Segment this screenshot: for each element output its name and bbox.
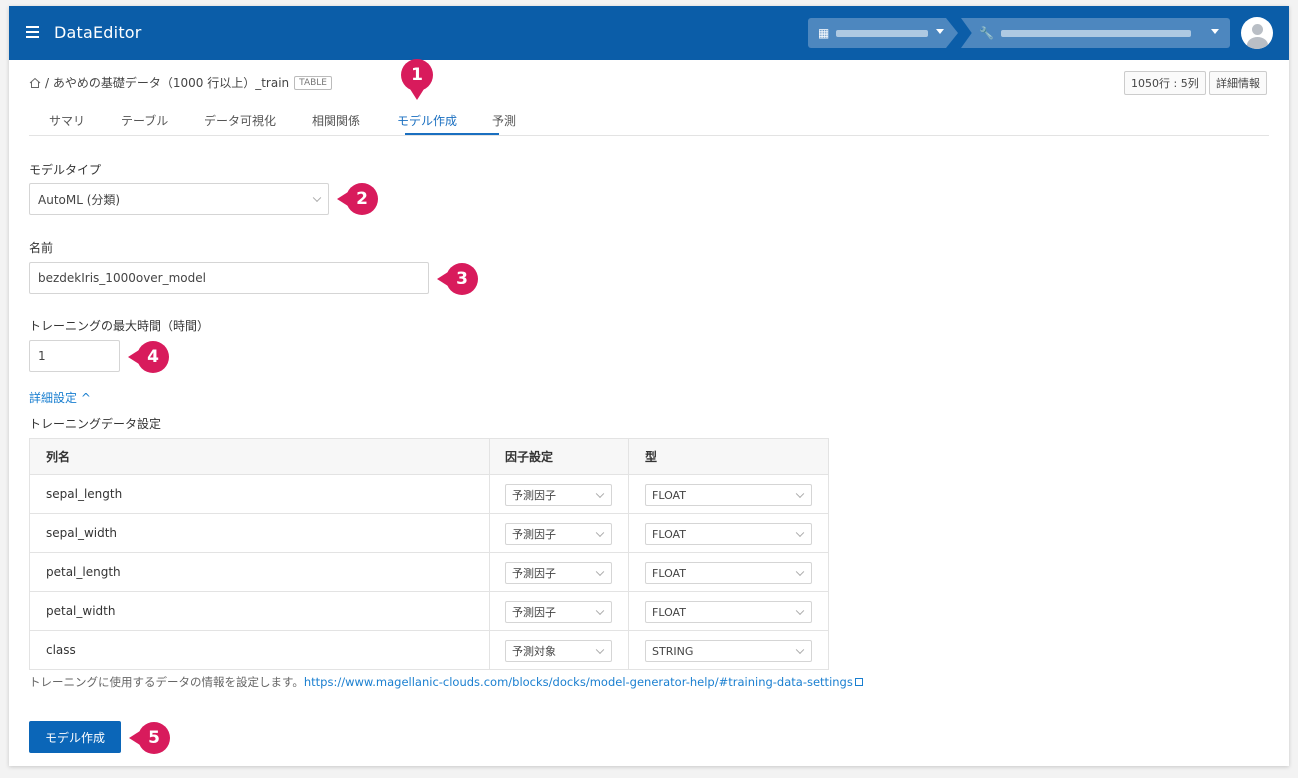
row-column-name: sepal_length: [46, 487, 123, 501]
row-column-name: petal_width: [46, 604, 116, 618]
building-icon: ▦: [818, 26, 830, 40]
caret-down-icon: [936, 29, 944, 34]
model-type-value: AutoML (分類): [38, 192, 121, 207]
project-name-redacted: [1001, 30, 1191, 37]
table-badge: TABLE: [294, 75, 332, 90]
detail-info-button[interactable]: 詳細情報: [1209, 71, 1267, 95]
type-select[interactable]: FLOAT: [645, 523, 812, 545]
factor-value: 予測因子: [512, 489, 556, 502]
type-value: STRING: [652, 644, 694, 658]
help-link[interactable]: https://www.magellanic-clouds.com/blocks…: [304, 675, 853, 689]
factor-select[interactable]: 予測因子: [505, 523, 612, 545]
advanced-settings-toggle[interactable]: 詳細設定 ^: [29, 389, 91, 406]
model-name-value: bezdekIris_1000over_model: [38, 271, 206, 285]
chevron-down-icon: [595, 606, 605, 616]
chevron-down-icon: [795, 567, 805, 577]
max-time-input[interactable]: 1: [29, 340, 120, 372]
tab-model-creation[interactable]: モデル作成: [397, 112, 457, 129]
app-title: DataEditor: [54, 23, 142, 42]
type-value: FLOAT: [652, 488, 686, 502]
factor-select[interactable]: 予測因子: [505, 601, 612, 623]
callout-marker: 1: [401, 59, 433, 100]
row-column-name: petal_length: [46, 565, 121, 579]
chevron-down-icon: [595, 489, 605, 499]
callout-marker: 5: [129, 722, 170, 754]
chevron-down-icon: [795, 489, 805, 499]
home-icon[interactable]: [29, 77, 41, 89]
factor-value: 予測因子: [512, 606, 556, 619]
callout-marker: 4: [128, 341, 169, 373]
model-type-label: モデルタイプ: [29, 163, 102, 177]
row-col-count: 1050行 : 5列: [1124, 71, 1206, 95]
tab-prediction[interactable]: 予測: [492, 112, 516, 129]
tab-correlation[interactable]: 相関関係: [312, 112, 360, 129]
chevron-down-icon: [795, 606, 805, 616]
factor-value: 予測因子: [512, 528, 556, 541]
wrench-icon: 🔧: [979, 26, 994, 40]
model-type-select[interactable]: AutoML (分類): [29, 183, 329, 215]
table-row: sepal_width 予測因子 FLOAT: [30, 513, 828, 552]
max-time-value: 1: [38, 349, 46, 363]
project-selector[interactable]: 🔧: [961, 18, 1230, 48]
max-time-label: トレーニングの最大時間（時間）: [29, 319, 210, 333]
callout-marker: 3: [437, 263, 478, 295]
type-select[interactable]: STRING: [645, 640, 812, 662]
tab-bar: サマリ テーブル データ可視化 相関関係 モデル作成 予測: [29, 106, 1269, 136]
factor-select[interactable]: 予測因子: [505, 484, 612, 506]
chevron-down-icon: [595, 567, 605, 577]
caret-down-icon: [1211, 29, 1219, 34]
organization-selector[interactable]: ▦: [808, 18, 958, 48]
factor-value: 予測対象: [512, 645, 556, 658]
training-data-settings-label: トレーニングデータ設定: [29, 417, 162, 431]
table-row: petal_width 予測因子 FLOAT: [30, 591, 828, 630]
chevron-down-icon: [595, 528, 605, 538]
model-name-input[interactable]: bezdekIris_1000over_model: [29, 262, 429, 294]
user-avatar[interactable]: [1241, 17, 1273, 49]
tab-visualization[interactable]: データ可視化: [204, 112, 276, 129]
menu-icon[interactable]: [26, 26, 39, 38]
type-select[interactable]: FLOAT: [645, 562, 812, 584]
row-column-name: sepal_width: [46, 526, 118, 540]
top-bar: DataEditor ▦ 🔧: [9, 6, 1289, 60]
chevron-down-icon: [312, 193, 322, 203]
tab-summary[interactable]: サマリ: [49, 112, 85, 129]
type-select[interactable]: FLOAT: [645, 484, 812, 506]
chevron-down-icon: [595, 645, 605, 655]
chevron-down-icon: [795, 528, 805, 538]
training-data-table: 列名 因子設定 型 sepal_length 予測因子 FLOAT sepal_…: [29, 438, 829, 670]
organization-name-redacted: [836, 30, 928, 37]
column-header-factor: 因子設定: [505, 450, 554, 464]
table-header-row: 列名 因子設定 型: [30, 439, 828, 474]
training-data-help: トレーニングに使用するデータの情報を設定します。https://www.mage…: [29, 674, 863, 690]
external-link-icon: [854, 678, 863, 686]
tab-table[interactable]: テーブル: [121, 112, 168, 129]
app-window: DataEditor ▦ 🔧 / あやめの基礎データ（1000 行以上）_tra…: [9, 6, 1289, 766]
factor-select[interactable]: 予測因子: [505, 562, 612, 584]
type-value: FLOAT: [652, 605, 686, 619]
active-tab-indicator: [405, 133, 499, 135]
name-label: 名前: [29, 241, 54, 255]
table-row: sepal_length 予測因子 FLOAT: [30, 474, 828, 513]
type-value: FLOAT: [652, 566, 686, 580]
type-value: FLOAT: [652, 527, 686, 541]
table-row: petal_length 予測因子 FLOAT: [30, 552, 828, 591]
breadcrumb-path: / あやめの基礎データ（1000 行以上）_train: [45, 76, 290, 90]
column-header-type: 型: [645, 450, 658, 464]
table-row: class 予測対象 STRING: [30, 630, 828, 669]
column-header-name: 列名: [46, 450, 71, 464]
help-text: トレーニングに使用するデータの情報を設定します。: [29, 675, 304, 689]
callout-marker: 2: [337, 183, 378, 215]
type-select[interactable]: FLOAT: [645, 601, 812, 623]
factor-value: 予測因子: [512, 567, 556, 580]
row-column-name: class: [46, 643, 76, 657]
create-model-button[interactable]: モデル作成: [29, 721, 121, 753]
factor-select[interactable]: 予測対象: [505, 640, 612, 662]
breadcrumb: / あやめの基礎データ（1000 行以上）_train TABLE: [29, 74, 332, 91]
chevron-down-icon: [795, 645, 805, 655]
